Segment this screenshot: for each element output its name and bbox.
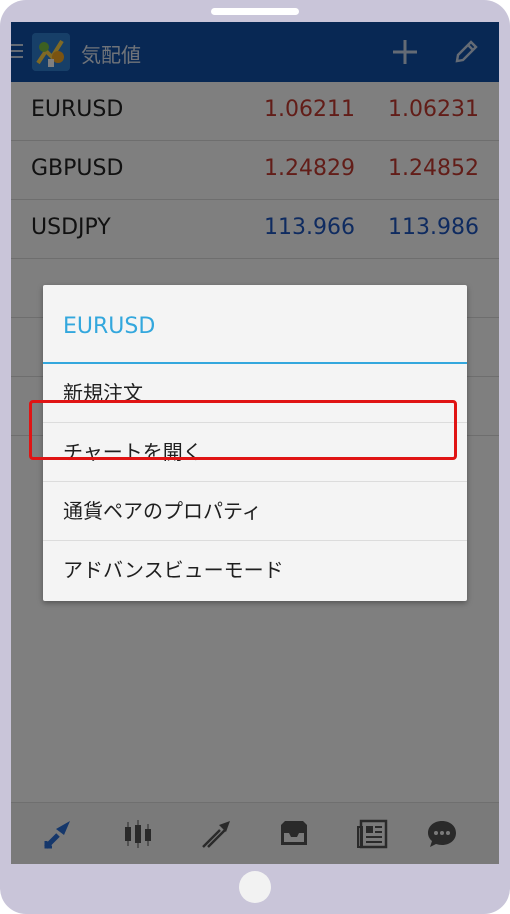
speaker-grille (211, 8, 299, 15)
symbol-properties-item[interactable]: 通貨ペアのプロパティ (43, 482, 467, 541)
home-button[interactable] (239, 871, 271, 903)
highlight-box (29, 400, 457, 460)
phone-frame: 気配値 EURUSD 1.06211 1.06231 GBPUSD 1.2482… (0, 0, 510, 914)
advanced-view-item[interactable]: アドバンスビューモード (43, 541, 467, 600)
dialog-title: EURUSD (63, 314, 156, 339)
